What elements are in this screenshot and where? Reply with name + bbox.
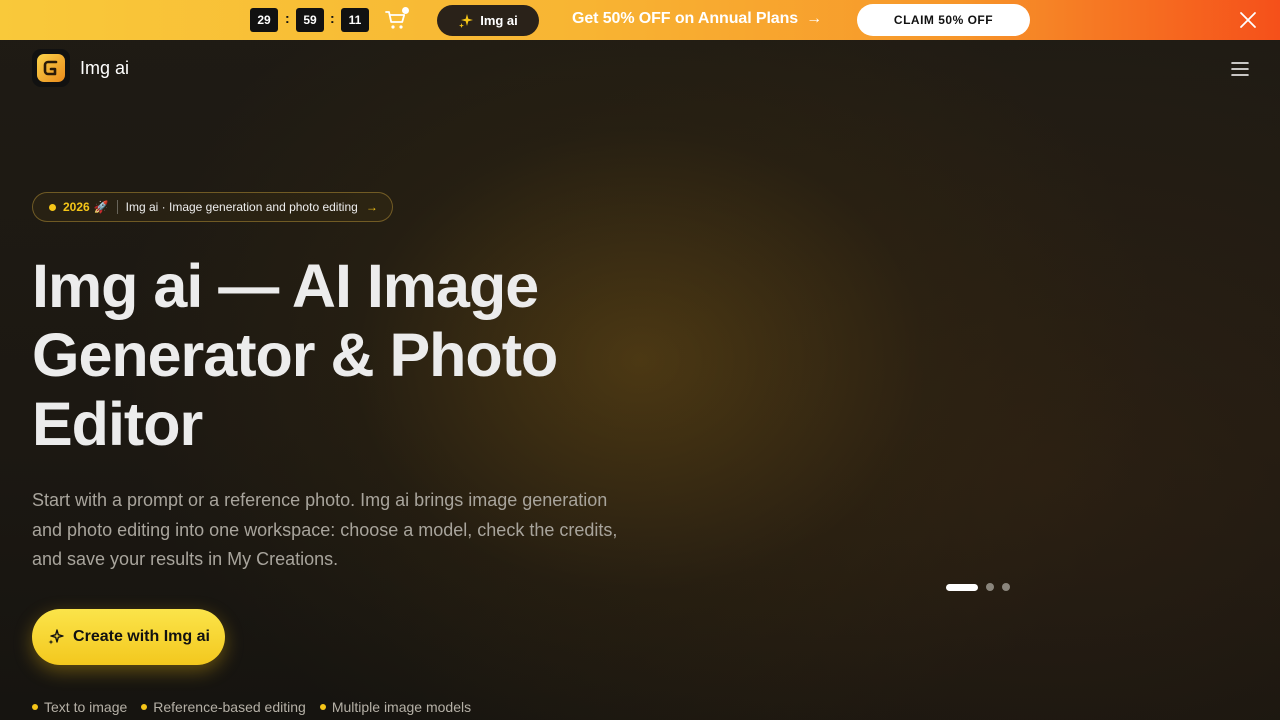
promo-offer-text: Get 50% OFF on Annual Plans: [572, 10, 799, 27]
feature-item: Text to image: [32, 699, 127, 715]
arrow-right-icon: →: [365, 200, 378, 214]
announcement-chip[interactable]: 2026 🚀 Img ai · Image generation and pho…: [32, 192, 393, 222]
announcement-text: Img ai · Image generation and photo edit…: [125, 200, 358, 214]
promo-brand-pill[interactable]: Img ai: [437, 5, 539, 36]
timer-seconds: 11: [341, 8, 369, 32]
sparkle-icon: [459, 13, 474, 28]
sparkle-icon: [48, 629, 64, 645]
timer-separator: :: [330, 10, 335, 26]
timer-separator: :: [285, 10, 290, 26]
feature-label: Reference-based editing: [153, 699, 306, 715]
chip-divider: [116, 200, 118, 214]
promo-bar: 29 : 59 : 11 Img ai Get 50% OFF on Annua…: [0, 0, 1280, 40]
feature-label: Multiple image models: [331, 699, 472, 715]
cart-notification-dot: [402, 7, 409, 14]
feature-item: Reference-based editing: [141, 699, 306, 715]
feature-label: Text to image: [44, 699, 128, 715]
arrow-right-icon: →: [806, 10, 822, 27]
cta-label: Create with Img ai: [73, 628, 210, 645]
feature-item: Multiple image models: [319, 699, 472, 715]
create-cta-button[interactable]: Create with Img ai: [32, 609, 225, 665]
close-icon[interactable]: [1238, 10, 1258, 30]
announcement-year: 2026: [63, 200, 90, 214]
logo-icon: [37, 54, 65, 82]
promo-pill-label: Img ai: [480, 13, 518, 28]
timer-minutes: 59: [296, 8, 324, 32]
timer-hours: 29: [250, 8, 278, 32]
status-dot: [49, 203, 56, 211]
carousel-dot-2[interactable]: [986, 583, 994, 591]
bullet-dot: [32, 704, 38, 710]
carousel-indicators: [946, 583, 1010, 591]
img-ai-logo[interactable]: [32, 49, 70, 87]
carousel-dot-3[interactable]: [1002, 583, 1010, 591]
feature-list: Text to image Reference-based editing Mu…: [32, 699, 471, 715]
hero-title: Img ai — AI Image Generator & Photo Edit…: [32, 252, 558, 458]
bullet-dot: [141, 704, 148, 710]
rocket-icon: 🚀: [93, 200, 109, 214]
promo-offer-link[interactable]: Get 50% OFF on Annual Plans →: [572, 10, 822, 28]
bullet-dot: [319, 704, 326, 710]
page: 29 : 59 : 11 Img ai Get 50% OFF on Annua…: [0, 0, 1280, 720]
hamburger-menu-icon[interactable]: [1230, 59, 1250, 79]
hero-description: Start with a prompt or a reference photo…: [32, 490, 618, 569]
claim-discount-button[interactable]: CLAIM 50% OFF: [857, 4, 1030, 36]
brand-name[interactable]: Img ai: [80, 58, 129, 79]
carousel-dot-1[interactable]: [946, 583, 978, 591]
